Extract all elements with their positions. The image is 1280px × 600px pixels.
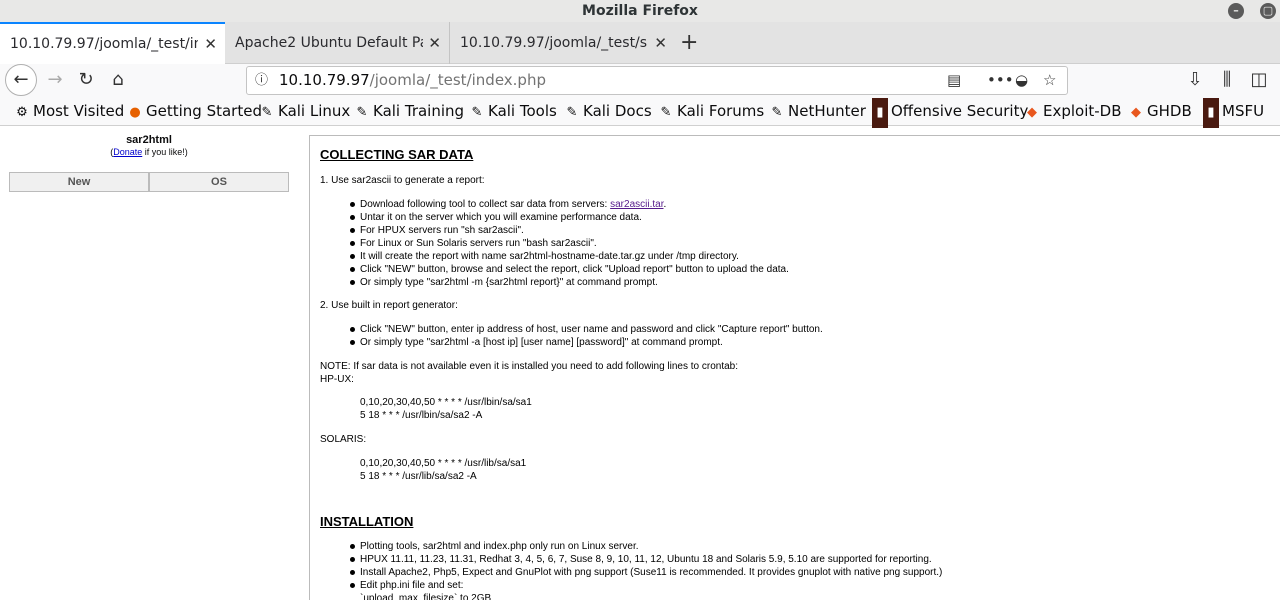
crontab-line: 5 18 * * * /usr/lbin/sa/sa2 -A	[360, 410, 483, 421]
navigation-toolbar: ← → ↻ ⌂ ⓘ 10.10.79.97/joomla/_test/index…	[0, 64, 1280, 96]
os-button[interactable]: OS	[149, 172, 289, 192]
bookmark-offensive-security[interactable]: ▮ Offensive Security	[872, 96, 1028, 128]
php-setting-line: `upload_max_filesize` to 2GB	[360, 593, 492, 600]
offsec-icon: ▮	[872, 98, 888, 128]
library-icon[interactable]: ⫼	[1212, 65, 1242, 95]
kali-icon: ✎	[771, 105, 783, 120]
restore-button[interactable]: ▢	[1260, 3, 1276, 19]
list-item: Plotting tools, sar2html and index.php o…	[349, 540, 942, 553]
bookmark-kali-docs[interactable]: ✎ Kali Docs	[564, 96, 652, 128]
main-frame: COLLECTING SAR DATA 1. Use sar2ascii to …	[309, 135, 1280, 600]
exploitdb-icon: ◆	[1027, 105, 1037, 120]
install-list: Plotting tools, sar2html and index.php o…	[349, 540, 943, 592]
tab-label: Apache2 Ubuntu Default Pag	[235, 35, 423, 51]
hpux-label: HP-UX:	[320, 374, 354, 385]
left-frame: sar2html (Donate if you like!) New OS	[0, 127, 300, 600]
window-title: Mozilla Firefox	[582, 3, 698, 19]
note-text: NOTE: If sar data is not available even …	[320, 361, 739, 372]
bookmark-exploit-db[interactable]: ◆ Exploit-DB	[1024, 96, 1122, 128]
close-icon[interactable]: ✕	[204, 24, 217, 64]
list-item: Or simply type "sar2html -m {sar2html re…	[350, 276, 789, 289]
kali-icon: ✎	[356, 105, 368, 120]
tab-label: 10.10.79.97/joomla/_test/sa	[460, 35, 648, 51]
list-item: HPUX 11.11, 11.23, 11.31, Redhat 3, 4, 5…	[349, 553, 942, 566]
url-bar[interactable]: ⓘ 10.10.79.97/joomla/_test/index.php ▤ •…	[246, 66, 1068, 95]
sar2ascii-download-link[interactable]: sar2ascii.tar	[610, 199, 663, 210]
sidebar-icon[interactable]: ◫	[1244, 65, 1274, 95]
section-heading: COLLECTING SAR DATA	[320, 147, 474, 162]
bookmarks-toolbar: ⚙ Most Visited ● Getting Started ✎ Kali Lin…	[0, 96, 1280, 128]
bookmark-kali-training[interactable]: ✎ Kali Training	[354, 96, 465, 128]
tab-sar[interactable]: 10.10.79.97/joomla/_test/sa ✕	[450, 22, 675, 64]
forward-arrow-icon[interactable]: →	[40, 65, 70, 95]
kali-icon: ✎	[566, 105, 578, 120]
list-item: Or simply type "sar2html -a [host ip] [u…	[350, 336, 823, 349]
bookmark-star-icon[interactable]: ☆	[1043, 67, 1056, 94]
crontab-line: 0,10,20,30,40,50 * * * * /usr/lbin/sa/sa…	[360, 397, 532, 408]
new-button[interactable]: New	[9, 172, 149, 192]
step2-list: Click "NEW" button, enter ip address of …	[350, 323, 823, 349]
bookmark-msfu[interactable]: ▮ MSFU	[1203, 96, 1264, 128]
download-icon[interactable]: ⇩	[1180, 65, 1210, 95]
donate-text: (Donate if you like!)	[110, 147, 188, 157]
kali-icon: ✎	[471, 105, 483, 120]
list-item: For HPUX servers run "sh sar2ascii".	[350, 224, 789, 237]
bookmark-nethunter[interactable]: ✎ NetHunter	[769, 96, 866, 128]
list-item: Edit php.ini file and set:	[349, 579, 942, 592]
new-tab-icon[interactable]: +	[680, 30, 698, 56]
reader-view-icon[interactable]: ▤	[947, 67, 961, 94]
reload-icon[interactable]: ↻	[71, 65, 101, 95]
list-item: Install Apache2, Php5, Expect and GnuPlo…	[349, 567, 943, 578]
section-heading: INSTALLATION	[320, 514, 414, 529]
window-titlebar: Mozilla Firefox – ▢	[0, 0, 1280, 22]
url-text[interactable]: 10.10.79.97/joomla/_test/index.php	[279, 67, 546, 94]
list-item: For Linux or Sun Solaris servers run "ba…	[350, 237, 789, 250]
site-info-icon[interactable]: ⓘ	[255, 67, 268, 94]
offsec-icon: ▮	[1203, 98, 1219, 128]
tab-strip: 10.10.79.97/joomla/_test/in ✕ Apache2 Ub…	[0, 22, 1280, 64]
bookmark-kali-linux[interactable]: ✎ Kali Linux	[259, 96, 351, 128]
kali-icon: ✎	[660, 105, 672, 120]
page-actions-icon[interactable]: •••	[987, 67, 1014, 94]
donate-link[interactable]: Donate	[113, 147, 142, 157]
step-text: 1. Use sar2ascii to generate a report:	[320, 175, 485, 186]
list-item: Click "NEW" button, enter ip address of …	[350, 324, 823, 335]
home-icon[interactable]: ⌂	[103, 65, 133, 95]
bookmark-kali-tools[interactable]: ✎ Kali Tools	[469, 96, 557, 128]
bookmark-getting-started[interactable]: ● Getting Started	[127, 96, 262, 128]
list-item: Download following tool to collect sar d…	[350, 198, 789, 211]
close-icon[interactable]: ✕	[654, 22, 667, 64]
step-text: 2. Use built in report generator:	[320, 300, 458, 311]
kali-icon: ✎	[261, 105, 273, 120]
firefox-icon: ●	[129, 105, 141, 120]
minimize-button[interactable]: –	[1228, 3, 1244, 19]
tab-label: 10.10.79.97/joomla/_test/in	[10, 36, 198, 52]
step1-list: Download following tool to collect sar d…	[350, 198, 789, 289]
list-item: It will create the report with name sar2…	[350, 250, 789, 263]
exploitdb-icon: ◆	[1131, 105, 1141, 120]
solaris-label: SOLARIS:	[320, 434, 367, 445]
app-title: sar2html	[126, 134, 172, 146]
list-item: Click "NEW" button, browse and select th…	[350, 264, 789, 275]
bookmark-kali-forums[interactable]: ✎ Kali Forums	[658, 96, 765, 128]
crontab-line: 0,10,20,30,40,50 * * * * /usr/lib/sa/sa1	[360, 458, 527, 469]
back-arrow-icon[interactable]: ←	[5, 64, 37, 96]
tab-index[interactable]: 10.10.79.97/joomla/_test/in ✕	[0, 22, 225, 64]
close-icon[interactable]: ✕	[428, 22, 441, 64]
pocket-icon[interactable]: ◒	[1015, 67, 1028, 94]
bookmark-most-visited[interactable]: ⚙ Most Visited	[14, 96, 124, 128]
bookmark-ghdb[interactable]: ◆ GHDB	[1128, 96, 1192, 128]
list-item: Untar it on the server which you will ex…	[350, 211, 789, 224]
gear-icon: ⚙	[16, 105, 28, 120]
crontab-line: 5 18 * * * /usr/lib/sa/sa2 -A	[360, 471, 477, 482]
tab-apache[interactable]: Apache2 Ubuntu Default Pag ✕	[225, 22, 450, 64]
